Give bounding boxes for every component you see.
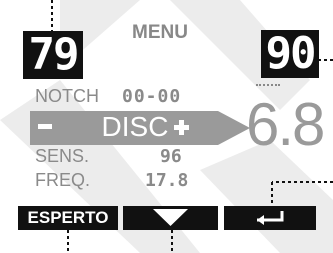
leader-line-top-right xyxy=(318,59,333,61)
right-value-box: 90 xyxy=(261,30,319,78)
notch-value: 00-00 xyxy=(122,86,182,107)
freq-value: 17.8 xyxy=(145,170,189,191)
disc-decrease-icon[interactable] xyxy=(38,124,52,129)
freq-label: FREQ. xyxy=(35,170,91,190)
display-value: 6.8 xyxy=(246,91,325,158)
back-arrow-icon xyxy=(257,211,284,225)
detector-screen: 79 MENU 90 NOTCH 00-00 DISC SENS. 96 FRE… xyxy=(0,0,333,253)
menu-title: MENU xyxy=(132,22,188,43)
sens-value: 96 xyxy=(160,146,182,167)
leader-line-top-left xyxy=(51,0,53,31)
display-indicator xyxy=(256,84,280,88)
leader-line-bottom-left xyxy=(67,230,69,253)
down-softkey[interactable] xyxy=(123,206,218,230)
notch-label: NOTCH xyxy=(35,86,99,106)
back-softkey[interactable] xyxy=(224,206,316,230)
down-arrow-icon xyxy=(153,209,188,226)
disc-increase-icon-vertical xyxy=(179,120,184,135)
sens-label: SENS. xyxy=(35,146,90,166)
left-value-box: 79 xyxy=(23,31,83,79)
leader-line-bottom-center xyxy=(171,230,173,253)
esperto-label: ESPERTO xyxy=(27,208,109,227)
